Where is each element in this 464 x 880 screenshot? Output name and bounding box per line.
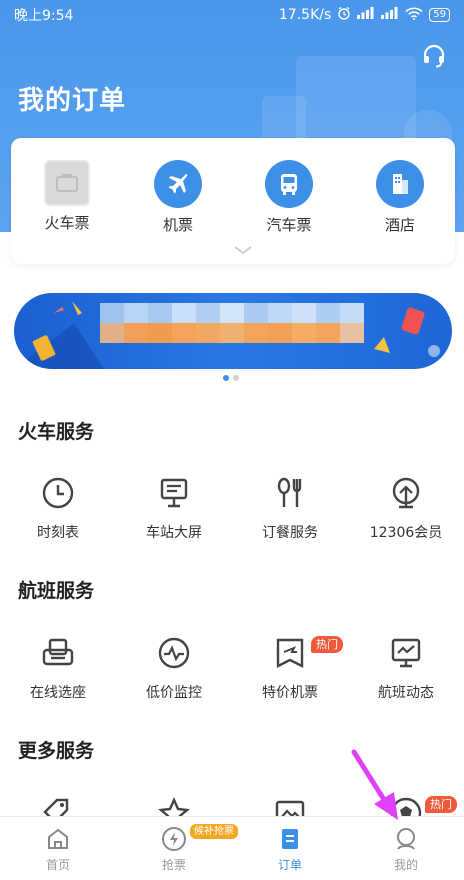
- category-train-ticket[interactable]: 火车票: [17, 160, 117, 233]
- category-label: 机票: [162, 216, 193, 234]
- hot-badge: 热门: [425, 796, 457, 813]
- home-icon: [44, 825, 72, 853]
- section-title-more: 更多服务: [18, 740, 95, 762]
- clock-icon: [39, 474, 77, 512]
- carousel-dot-active[interactable]: [223, 375, 229, 381]
- service-label: 车站大屏: [146, 525, 202, 541]
- service-label: 12306会员: [369, 525, 443, 541]
- tab-orders[interactable]: 订单: [232, 825, 348, 873]
- chevron-down-icon[interactable]: [233, 240, 253, 259]
- seat-icon: [39, 634, 77, 672]
- hotel-icon: [376, 160, 424, 208]
- customer-service-icon[interactable]: [420, 42, 448, 70]
- tab-home[interactable]: 首页: [0, 825, 116, 873]
- monitor-icon: [155, 474, 193, 512]
- carousel-indicator: [223, 375, 239, 381]
- service-label: 在线选座: [30, 685, 86, 701]
- service-label: 航班动态: [378, 685, 434, 701]
- category-label: 酒店: [384, 216, 415, 234]
- tab-label: 抢票: [161, 858, 186, 872]
- bus-icon: [265, 160, 313, 208]
- status-time: 晚上9:54: [14, 8, 74, 24]
- tab-badge: 候补抢票: [190, 824, 238, 839]
- wifi-icon: [405, 7, 423, 24]
- service-station-screen[interactable]: 车站大屏: [116, 474, 232, 542]
- service-label: 订餐服务: [262, 525, 318, 541]
- section-title-flight: 航班服务: [18, 580, 95, 602]
- utensils-icon: [271, 474, 309, 512]
- airplane-icon: [154, 160, 202, 208]
- alarm-icon: [337, 6, 351, 24]
- special-ticket-icon: [271, 634, 309, 672]
- category-label: 火车票: [44, 214, 90, 232]
- category-card: 火车票 机票 汽车票 酒店: [11, 138, 455, 264]
- tab-label: 订单: [277, 858, 302, 872]
- signal-icon: [357, 7, 375, 23]
- train-ticket-icon: [44, 160, 90, 206]
- network-speed: 17.5K/s: [278, 7, 332, 23]
- hot-badge: 热门: [311, 636, 343, 653]
- service-meal-order[interactable]: 订餐服务: [232, 474, 348, 542]
- signal-icon-2: [381, 7, 399, 23]
- service-12306-member[interactable]: 12306会员: [348, 474, 464, 542]
- service-label: 低价监控: [146, 685, 202, 701]
- service-low-price-monitor[interactable]: 低价监控: [116, 634, 232, 702]
- category-flight[interactable]: 机票: [128, 160, 228, 235]
- pointer-arrow-annotation: [348, 748, 408, 828]
- carousel-dot[interactable]: [233, 375, 239, 381]
- category-bus-ticket[interactable]: 汽车票: [239, 160, 339, 235]
- category-hotel[interactable]: 酒店: [350, 160, 450, 235]
- status-bar: 晚上9:54 17.5K/s 59: [0, 0, 464, 30]
- category-label: 汽车票: [266, 216, 312, 234]
- service-label: 时刻表: [37, 525, 79, 541]
- tab-profile[interactable]: 我的: [348, 825, 464, 873]
- service-flight-status[interactable]: 航班动态: [348, 634, 464, 702]
- price-monitor-icon: [155, 634, 193, 672]
- flight-status-icon: [387, 634, 425, 672]
- section-title-train: 火车服务: [18, 421, 95, 443]
- banner-blurred-text: [100, 303, 364, 343]
- promo-banner[interactable]: [14, 293, 452, 369]
- service-seat-selection[interactable]: 在线选座: [0, 634, 116, 702]
- service-label: 特价机票: [262, 685, 318, 701]
- battery-indicator: 59: [429, 8, 450, 22]
- service-timetable[interactable]: 时刻表: [0, 474, 116, 542]
- profile-icon: [392, 825, 420, 853]
- member-icon: [387, 474, 425, 512]
- lightning-icon: [160, 825, 188, 853]
- tab-label: 我的: [393, 858, 418, 872]
- order-icon: [276, 825, 304, 853]
- tab-label: 首页: [45, 858, 70, 872]
- page-title: 我的订单: [18, 86, 127, 116]
